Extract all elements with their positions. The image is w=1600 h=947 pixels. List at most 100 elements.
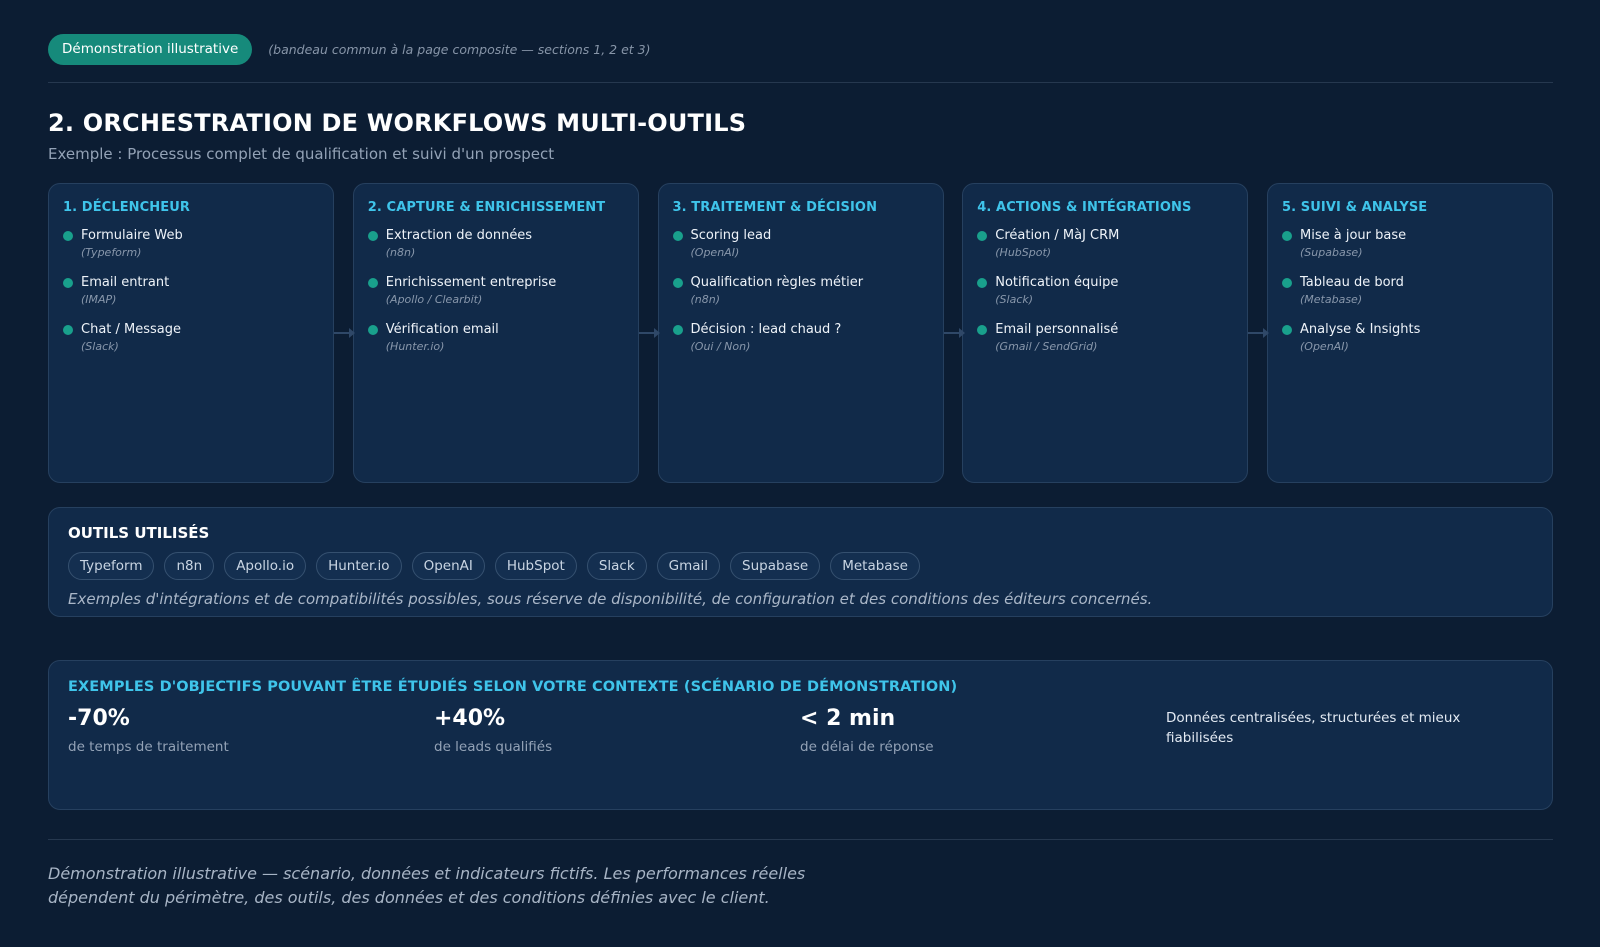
step-item-label: Tableau de bord [1300, 275, 1404, 290]
page-title: 2. ORCHESTRATION DE WORKFLOWS MULTI-OUTI… [48, 109, 747, 137]
objective-desc: de leads qualifiés [434, 739, 553, 755]
bullet-dot-icon [672, 231, 683, 241]
tool-chip-openai: OpenAI [411, 552, 485, 580]
step-title: 2. CAPTURE & ENRICHISSEMENT [367, 200, 606, 215]
tool-chip-gmail: Gmail [656, 552, 721, 580]
tool-chip-metabase: Metabase [830, 552, 920, 580]
step-item-label: Email personnalisé [995, 322, 1119, 337]
step-item-tool: (OpenAI) [1300, 340, 1349, 353]
tool-chip-supabase: Supabase [730, 552, 821, 580]
demo-badge: Démonstration illustrative [48, 34, 253, 65]
step-item: Notification équipe (Slack) [977, 275, 1233, 306]
flow-arrow-icon [1248, 328, 1269, 338]
tool-chip-hunter: Hunter.io [316, 552, 402, 580]
bullet-dot-icon [1282, 325, 1292, 335]
bullet-dot-icon [63, 278, 73, 288]
step-item: Email personnalisé (Gmail / SendGrid) [977, 322, 1233, 353]
bullet-dot-icon [367, 325, 378, 335]
step-title: 5. SUIVI & ANALYSE [1282, 200, 1428, 215]
tool-chip-apollo: Apollo.io [224, 552, 307, 580]
bullet-dot-icon [367, 231, 378, 241]
step-item-label: Notification équipe [995, 275, 1119, 290]
step-item-tool: (Oui / Non) [690, 340, 751, 353]
bullet-dot-icon [977, 278, 988, 288]
step-item-label: Vérification email [385, 322, 499, 337]
tools-panel: OUTILS UTILISÉS Typeform n8n Apollo.io H… [48, 507, 1553, 617]
step-card-capture: 2. CAPTURE & ENRICHISSEMENT Extraction d… [352, 183, 639, 483]
objective-metric: < 2 min de délai de réponse [800, 706, 1166, 755]
tool-chip-n8n: n8n [164, 552, 215, 580]
step-item-tool: (Metabase) [1300, 293, 1363, 306]
bullet-dot-icon [672, 278, 683, 288]
step-item: Chat / Message (Slack) [63, 322, 319, 353]
tools-title: OUTILS UTILISÉS [68, 524, 210, 542]
objective-value: +40% [434, 706, 506, 731]
step-item-label: Décision : lead chaud ? [690, 322, 842, 337]
step-item-label: Extraction de données [385, 228, 533, 243]
top-divider [48, 82, 1553, 83]
page: Démonstration illustrative (bandeau comm… [48, 34, 1553, 910]
step-item-label: Analyse & Insights [1300, 322, 1421, 337]
tool-chip-hubspot: HubSpot [494, 552, 577, 580]
step-item: Tableau de bord (Metabase) [1282, 275, 1538, 306]
step-item-tool: (Slack) [81, 340, 119, 353]
banner-note: (bandeau commun à la page composite — se… [268, 42, 651, 57]
step-item: Scoring lead (OpenAI) [672, 228, 929, 259]
objective-value: < 2 min [800, 706, 896, 731]
step-item: Décision : lead chaud ? (Oui / Non) [672, 322, 929, 353]
step-item-tool: (n8n) [385, 246, 416, 259]
objective-desc: de délai de réponse [800, 739, 934, 755]
bottom-divider [48, 839, 1553, 840]
step-card-trigger: 1. DÉCLENCHEUR Formulaire Web (Typeform) … [48, 183, 334, 483]
workflow-steps: 1. DÉCLENCHEUR Formulaire Web (Typeform) … [48, 183, 1553, 483]
step-item-tool: (IMAP) [81, 293, 117, 306]
bullet-dot-icon [63, 325, 73, 335]
flow-arrow-icon [944, 328, 965, 338]
objective-text: Données centralisées, structurées et mie… [1166, 710, 1461, 746]
step-card-processing: 3. TRAITEMENT & DÉCISION Scoring lead (Op… [657, 183, 944, 483]
step-title: 4. ACTIONS & INTÉGRATIONS [977, 200, 1192, 215]
step-item: Mise à jour base (Supabase) [1282, 228, 1538, 259]
step-item-tool: (OpenAI) [690, 246, 740, 259]
step-title: 1. DÉCLENCHEUR [63, 200, 191, 215]
step-card-tracking: 5. SUIVI & ANALYSE Mise à jour base (Supa… [1267, 183, 1553, 483]
step-item: Extraction de données (n8n) [367, 228, 624, 259]
step-item-label: Mise à jour base [1300, 228, 1407, 243]
step-item: Enrichissement entreprise (Apollo / Clear… [367, 275, 624, 306]
objectives-panel: EXEMPLES D'OBJECTIFS POUVANT ÊTRE ÉTUDIÉ… [48, 660, 1553, 810]
objective-metric: +40% de leads qualifiés [434, 706, 800, 755]
objectives-title: EXEMPLES D'OBJECTIFS POUVANT ÊTRE ÉTUDIÉ… [68, 679, 958, 695]
footer-line: dépendent du périmètre, des outils, des … [48, 888, 770, 907]
step-item: Formulaire Web (Typeform) [63, 228, 319, 259]
step-item-label: Formulaire Web [81, 228, 183, 243]
objective-metric: -70% de temps de traitement [68, 706, 434, 755]
step-item-label: Scoring lead [690, 228, 772, 243]
objective-desc: de temps de traitement [68, 739, 229, 755]
step-item-tool: (Apollo / Clearbit) [385, 293, 483, 306]
step-title: 3. TRAITEMENT & DÉCISION [672, 200, 878, 215]
bullet-dot-icon [672, 325, 683, 335]
footer-disclaimer: Démonstration illustrative — scénario, d… [48, 862, 808, 910]
page-subtitle: Exemple : Processus complet de qualifica… [48, 145, 555, 163]
tool-chip-typeform: Typeform [68, 552, 155, 580]
step-item-tool: (Hunter.io) [385, 340, 445, 353]
step-item-tool: (Gmail / SendGrid) [995, 340, 1098, 353]
bullet-dot-icon [977, 231, 988, 241]
flow-arrow-icon [334, 328, 355, 338]
step-item-tool: (n8n) [690, 293, 721, 306]
tool-chips: Typeform n8n Apollo.io Hunter.io OpenAI … [68, 552, 1533, 580]
step-item-label: Chat / Message [81, 322, 182, 337]
step-item-tool: (Supabase) [1300, 246, 1363, 259]
tool-chip-slack: Slack [586, 552, 647, 580]
footer-line: Démonstration illustrative — scénario, d… [48, 864, 806, 883]
step-item: Email entrant (IMAP) [63, 275, 319, 306]
objective-value: -70% [68, 706, 130, 731]
step-item-tool: (HubSpot) [995, 246, 1052, 259]
step-item-label: Email entrant [81, 275, 170, 290]
step-item-tool: (Typeform) [81, 246, 142, 259]
step-item: Vérification email (Hunter.io) [367, 322, 624, 353]
step-item-tool: (Slack) [995, 293, 1034, 306]
bullet-dot-icon [977, 325, 988, 335]
step-card-actions: 4. ACTIONS & INTÉGRATIONS Création / MàJ… [962, 183, 1249, 483]
bullet-dot-icon [367, 278, 378, 288]
